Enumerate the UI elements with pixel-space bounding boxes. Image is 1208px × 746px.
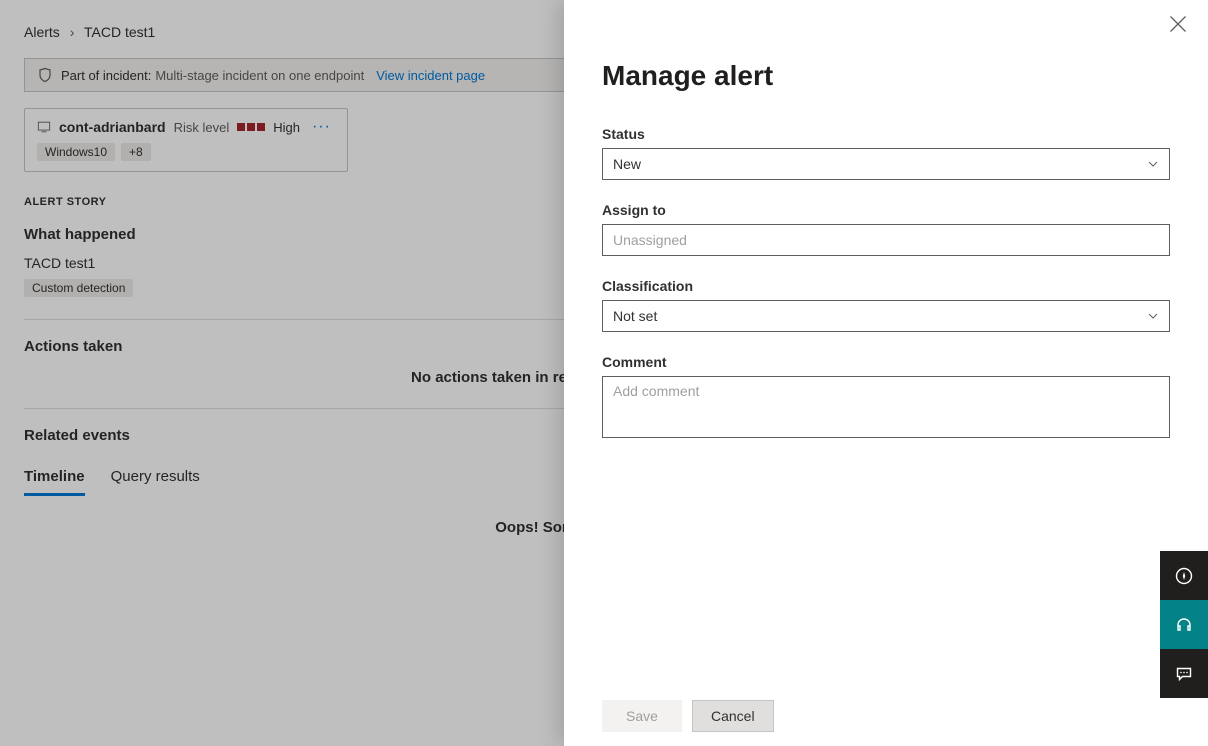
assign-to-input[interactable]: Unassigned [602,224,1170,256]
panel-footer: Save Cancel [564,690,1208,746]
status-select[interactable]: New [602,148,1170,180]
classification-select[interactable]: Not set [602,300,1170,332]
device-name: cont-adrianbard [59,119,166,135]
manage-alert-panel: Manage alert Status New Assign to Unassi… [564,0,1208,746]
close-button[interactable] [1168,14,1188,34]
detection-badge: Custom detection [24,279,133,297]
view-incident-link[interactable]: View incident page [376,68,485,83]
tab-query-results[interactable]: Query results [111,462,200,496]
risk-level-text: High [273,120,300,135]
panel-title: Manage alert [602,60,1170,92]
breadcrumb-root[interactable]: Alerts [24,24,60,40]
dock-compass-button[interactable] [1160,551,1208,600]
assign-placeholder: Unassigned [613,232,687,248]
device-tag-more[interactable]: +8 [121,143,151,161]
comment-textarea[interactable] [602,376,1170,438]
classification-value: Not set [613,308,657,324]
classification-label: Classification [602,278,1170,294]
chevron-down-icon [1147,158,1159,170]
shield-icon [37,67,53,83]
status-value: New [613,156,641,172]
assign-to-label: Assign to [602,202,1170,218]
computer-icon [37,120,51,134]
chevron-down-icon [1147,310,1159,322]
breadcrumb-leaf: TACD test1 [84,24,155,40]
help-dock [1160,551,1208,698]
device-tag[interactable]: Windows10 [37,143,115,161]
status-label: Status [602,126,1170,142]
incident-label: Part of incident: [61,68,151,83]
breadcrumb-separator: › [70,24,75,40]
compass-icon [1175,567,1193,585]
risk-level-indicator [237,123,265,131]
dock-headset-button[interactable] [1160,600,1208,649]
more-actions-icon[interactable]: ··· [308,123,335,131]
tab-timeline[interactable]: Timeline [24,462,85,496]
dock-chat-button[interactable] [1160,649,1208,698]
cancel-button[interactable]: Cancel [692,700,774,732]
chat-icon [1175,665,1193,683]
headset-icon [1175,616,1193,634]
comment-label: Comment [602,354,1170,370]
save-button[interactable]: Save [602,700,682,732]
device-card[interactable]: cont-adrianbard Risk level High ··· Wind… [24,108,348,172]
close-icon [1168,14,1188,34]
incident-desc: Multi-stage incident on one endpoint [155,68,364,83]
risk-level-label: Risk level [174,120,230,135]
